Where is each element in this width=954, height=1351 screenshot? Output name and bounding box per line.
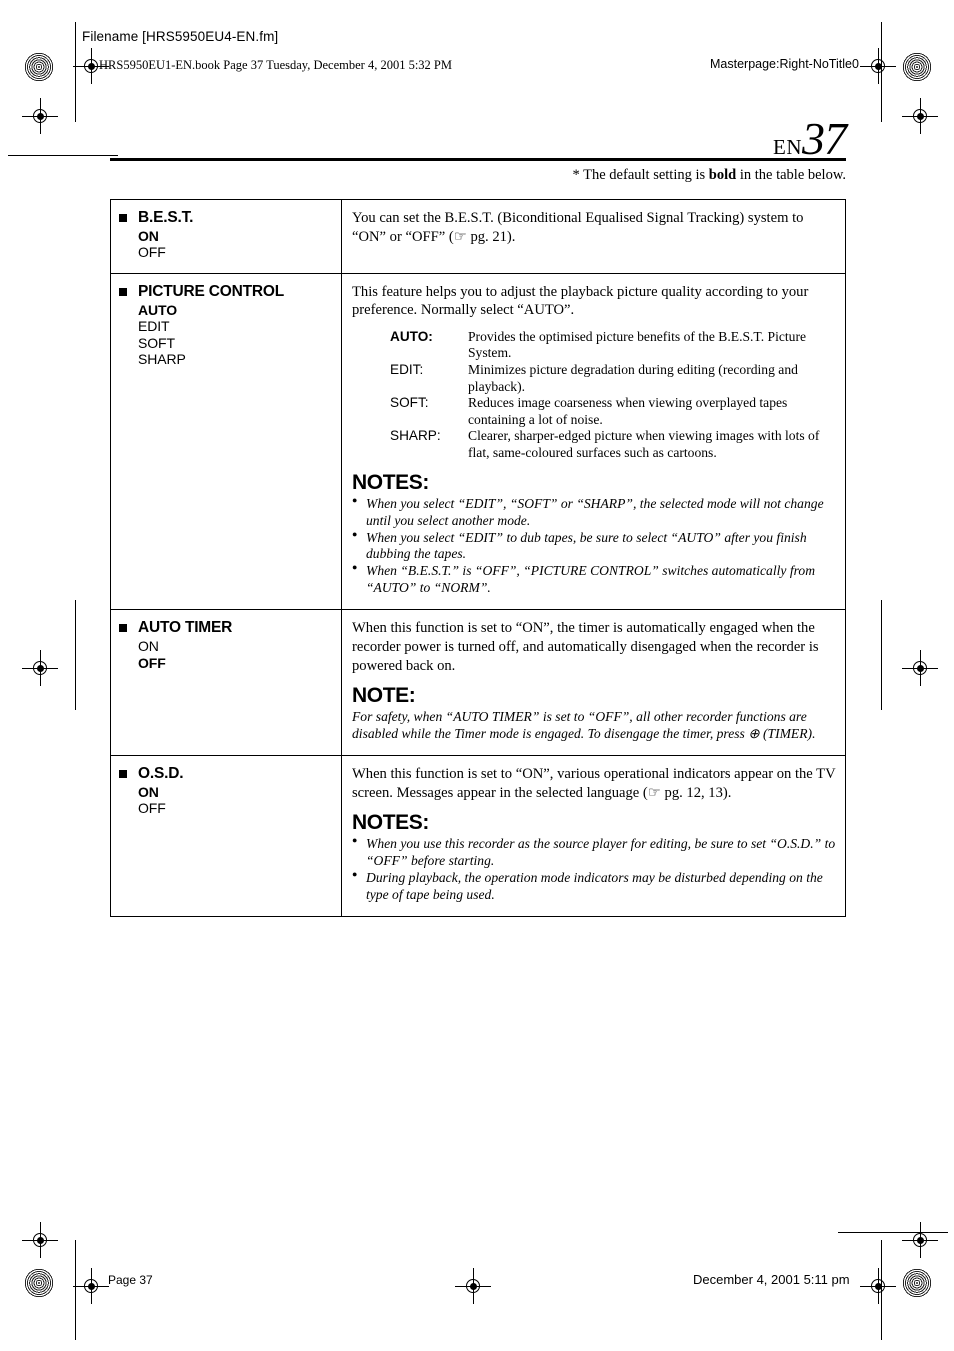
setting-description: When this function is set to “ON”, vario… — [352, 766, 836, 801]
settings-table: B.E.S.T. ON OFF You can set the B.E.S.T.… — [110, 199, 846, 917]
filename-label: Filename [HRS5950EU4-EN.fm] — [82, 29, 279, 44]
setting-description-cell: When this function is set to “ON”, vario… — [342, 756, 845, 916]
page-title-prefix: EN — [773, 135, 802, 159]
registration-mark-top-right-inner — [860, 48, 896, 84]
notes-heading: NOTE: — [352, 684, 416, 708]
setting-options-list: ON OFF — [138, 228, 335, 261]
setting-name-label: B.E.S.T. — [138, 209, 194, 226]
option-definition-text: Reduces image coarseness when viewing ov… — [468, 395, 788, 427]
setting-options-list: AUTO EDIT SOFT SHARP — [138, 302, 335, 368]
density-patch-bottom-right — [902, 1268, 932, 1298]
note-item: When you use this recorder as the source… — [352, 835, 837, 870]
note-item: When you select “EDIT” to dub tapes, be … — [352, 529, 837, 564]
note-item: During playback, the operation mode indi… — [352, 869, 837, 904]
registration-mark-mid-left — [22, 650, 58, 686]
registration-mark-top-left-outer — [22, 98, 58, 134]
square-bullet-icon — [119, 770, 127, 778]
option-definition-text: Minimizes picture degradation during edi… — [468, 362, 798, 394]
square-bullet-icon — [119, 624, 127, 633]
setting-name-label: O.S.D. — [138, 765, 184, 782]
table-row: AUTO TIMER ON OFF When this function is … — [111, 610, 845, 756]
page-title-number: 37 — [802, 113, 847, 164]
registration-mark-top-right-outer — [902, 98, 938, 134]
setting-description-cell: When this function is set to “ON”, the t… — [342, 610, 845, 755]
setting-name-cell: PICTURE CONTROL AUTO EDIT SOFT SHARP — [111, 273, 342, 610]
table-row: B.E.S.T. ON OFF You can set the B.E.S.T.… — [111, 200, 845, 274]
setting-options-list: ON OFF — [138, 638, 335, 671]
setting-heading: PICTURE CONTROL — [119, 283, 335, 301]
option-definition-term: SOFT: — [390, 395, 429, 411]
note-item: When you select “EDIT”, “SOFT” or “SHARP… — [352, 495, 837, 530]
setting-description-cell: This feature helps you to adjust the pla… — [342, 274, 845, 610]
density-patch-bottom-left — [24, 1268, 54, 1298]
setting-description: You can set the B.E.S.T. (Biconditional … — [352, 210, 804, 245]
table-row: O.S.D. ON OFF When this function is set … — [111, 756, 845, 916]
square-bullet-icon — [119, 214, 127, 222]
setting-name-label: PICTURE CONTROL — [138, 282, 284, 300]
registration-mark-bottom-right-outer — [902, 1222, 938, 1258]
registration-mark-bottom-center — [455, 1268, 491, 1304]
setting-heading: O.S.D. — [119, 765, 335, 783]
registration-mark-bottom-left-inner — [73, 1268, 109, 1304]
crop-line-left-mid — [75, 600, 76, 710]
option-definition-term: AUTO: — [390, 328, 433, 344]
setting-description: This feature helps you to adjust the pla… — [352, 283, 809, 319]
crop-line-top-left — [8, 155, 118, 156]
footer-timestamp: December 4, 2001 5:11 pm — [693, 1272, 850, 1287]
option-definition-term: EDIT: — [390, 362, 424, 378]
option-definition-row: EDIT: Minimizes picture degradation duri… — [390, 362, 837, 395]
registration-mark-bottom-left-outer — [22, 1222, 58, 1258]
option-definition-row: AUTO: Provides the optimised picture ben… — [390, 329, 837, 362]
setting-heading: AUTO TIMER — [119, 619, 335, 637]
notes-list: When you select “EDIT”, “SOFT” or “SHARP… — [352, 495, 837, 598]
title-divider-rule — [110, 158, 846, 161]
footer-page-label: Page 37 — [108, 1273, 153, 1287]
setting-option: SHARP — [138, 351, 186, 368]
option-definition-row: SOFT: Reduces image coarseness when view… — [390, 395, 837, 428]
option-definition-list: AUTO: Provides the optimised picture ben… — [390, 329, 837, 462]
option-definition-text: Clearer, sharper-edged picture when view… — [468, 428, 820, 460]
setting-description: When this function is set to “ON”, the t… — [352, 620, 819, 674]
default-note-before: * The default setting is — [572, 167, 709, 183]
setting-options-list: ON OFF — [138, 784, 335, 817]
setting-option: ON — [138, 638, 159, 655]
setting-name-label: AUTO TIMER — [138, 619, 233, 637]
option-definition-text: Provides the optimised picture benefits … — [468, 328, 807, 361]
setting-option: AUTO — [138, 301, 178, 318]
masterpage-label: Masterpage:Right-NoTitle0 — [710, 57, 859, 71]
setting-name-cell: B.E.S.T. ON OFF — [111, 200, 342, 273]
notes-heading: NOTES: — [352, 811, 429, 835]
density-patch-top-left — [24, 52, 54, 82]
crop-line-right-mid — [881, 600, 882, 710]
setting-option: OFF — [138, 800, 166, 817]
setting-name-cell: AUTO TIMER ON OFF — [111, 610, 342, 755]
note-paragraph: For safety, when “AUTO TIMER” is set to … — [352, 709, 816, 742]
book-info-line: HRS5950EU1-EN.book Page 37 Tuesday, Dece… — [99, 58, 452, 72]
setting-option: OFF — [138, 244, 166, 261]
setting-option: EDIT — [138, 318, 170, 335]
setting-option: SOFT — [138, 334, 175, 351]
notes-heading: NOTES: — [352, 470, 429, 494]
density-patch-top-right — [902, 52, 932, 82]
setting-name-cell: O.S.D. ON OFF — [111, 756, 342, 916]
setting-option: ON — [138, 783, 159, 800]
setting-option: OFF — [138, 654, 166, 671]
note-item: When “B.E.S.T.” is “OFF”, “PICTURE CONTR… — [352, 562, 837, 597]
default-note-bold: bold — [708, 167, 737, 183]
option-definition-term: SHARP: — [390, 428, 441, 444]
table-row: PICTURE CONTROL AUTO EDIT SOFT SHARP Thi… — [111, 273, 845, 611]
registration-mark-bottom-right-inner — [860, 1268, 896, 1304]
default-note-after: in the table below. — [736, 167, 846, 183]
setting-heading: B.E.S.T. — [119, 209, 335, 227]
square-bullet-icon — [119, 287, 127, 296]
default-setting-note: * The default setting is bold in the tab… — [110, 167, 846, 184]
setting-option: ON — [138, 227, 159, 244]
notes-list: When you use this recorder as the source… — [352, 835, 837, 904]
registration-mark-mid-right — [902, 650, 938, 686]
option-definition-row: SHARP: Clearer, sharper-edged picture wh… — [390, 428, 837, 461]
setting-description-cell: You can set the B.E.S.T. (Biconditional … — [342, 200, 845, 273]
